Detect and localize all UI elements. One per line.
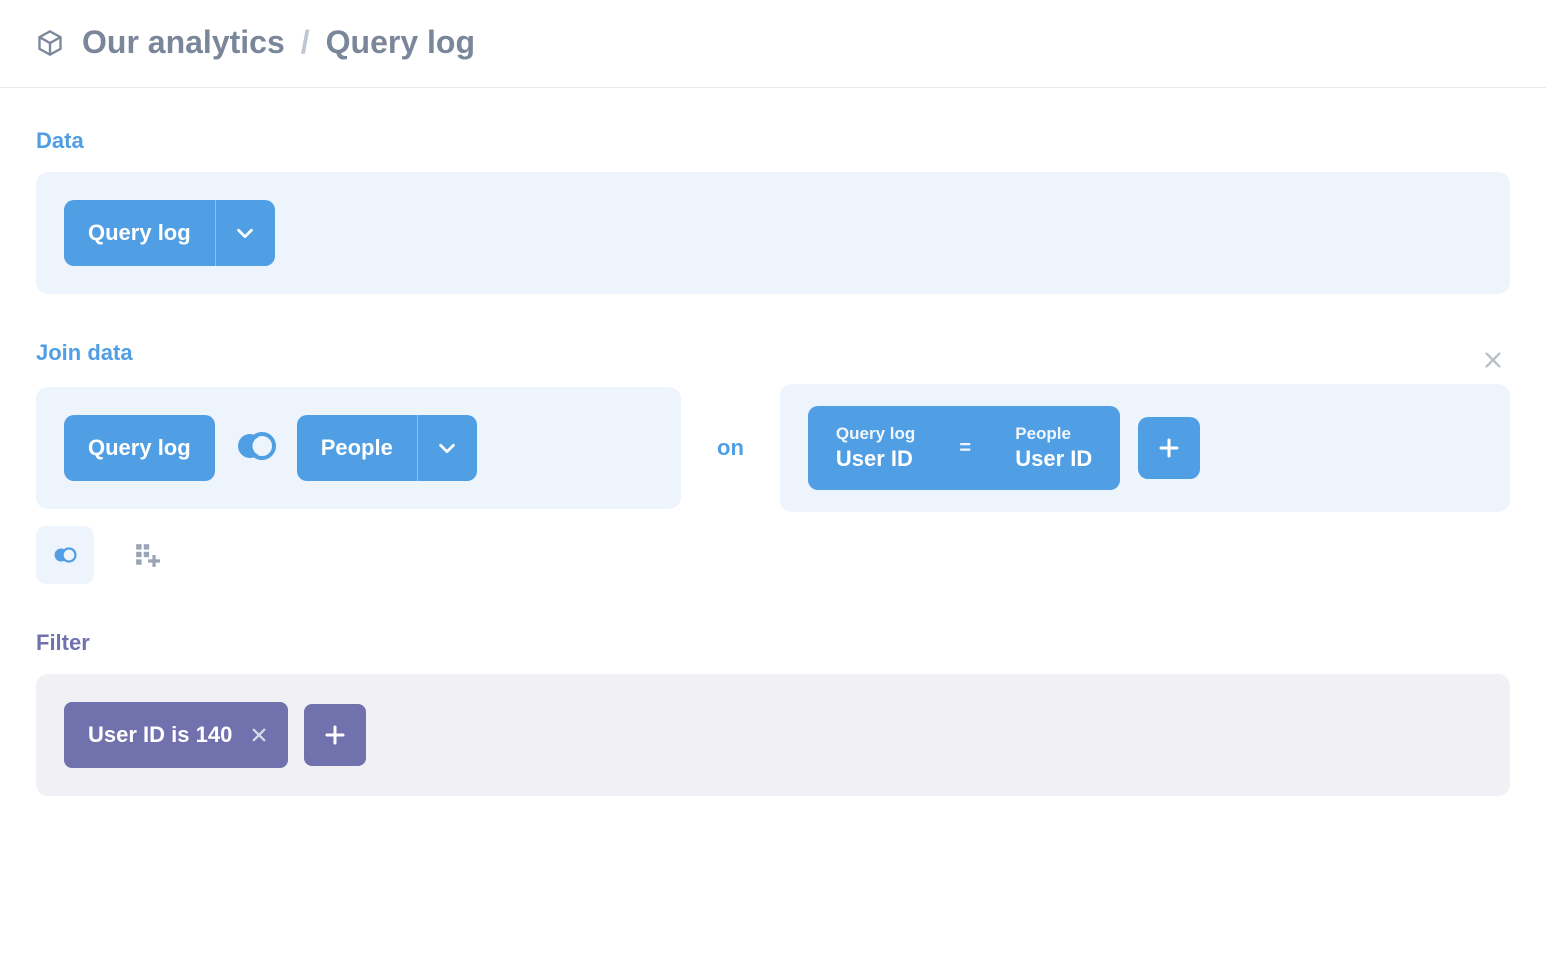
data-source-label: Query log <box>64 220 215 246</box>
remove-join-button[interactable] <box>1476 343 1510 382</box>
join-cond-left-column: User ID <box>836 446 915 472</box>
chevron-down-icon <box>215 200 275 266</box>
data-source-picker[interactable]: Query log <box>64 200 275 266</box>
database-icon <box>36 29 64 57</box>
join-cond-operator: = <box>943 437 987 460</box>
add-join-button[interactable] <box>36 526 94 584</box>
data-panel: Query log <box>36 172 1510 294</box>
join-cond-right-table: People <box>1015 424 1092 444</box>
remove-filter-icon[interactable] <box>250 726 268 744</box>
breadcrumb-current: Query log <box>326 24 475 61</box>
join-cond-left-table: Query log <box>836 424 915 444</box>
filter-panel: User ID is 140 <box>36 674 1510 796</box>
filter-item-label: User ID is 140 <box>88 722 232 748</box>
join-condition-panel: Query log User ID = People User ID <box>780 384 1510 512</box>
custom-column-button[interactable] <box>118 526 176 584</box>
section-title-join: Join data <box>36 340 133 366</box>
join-right-table-picker[interactable]: People <box>297 415 477 481</box>
join-right-table-label: People <box>297 435 417 461</box>
section-title-filter: Filter <box>36 630 1510 656</box>
join-condition[interactable]: Query log User ID = People User ID <box>808 406 1120 490</box>
filter-item[interactable]: User ID is 140 <box>64 702 288 768</box>
breadcrumb-separator: / <box>301 24 310 61</box>
breadcrumb-root[interactable]: Our analytics <box>82 24 285 61</box>
join-left-table-label: Query log <box>88 435 191 461</box>
chevron-down-icon <box>417 415 477 481</box>
join-toolbar <box>36 526 1510 584</box>
add-filter-button[interactable] <box>304 704 366 766</box>
join-tables-panel: Query log People <box>36 387 681 509</box>
join-cond-right-column: User ID <box>1015 446 1092 472</box>
join-type-icon[interactable] <box>233 423 279 474</box>
join-on-label: on <box>707 435 754 461</box>
section-title-data: Data <box>36 128 1510 154</box>
join-left-table[interactable]: Query log <box>64 415 215 481</box>
join-row: Query log People on Query log <box>36 384 1510 512</box>
add-join-condition-button[interactable] <box>1138 417 1200 479</box>
breadcrumb-bar: Our analytics / Query log <box>0 0 1546 88</box>
